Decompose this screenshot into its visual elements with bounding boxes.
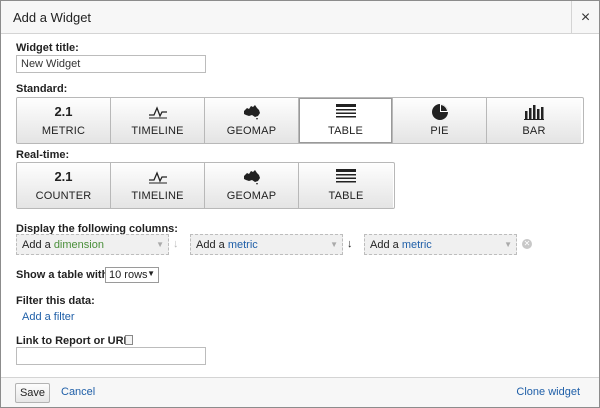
add-metric-dropdown-1[interactable]: Add a metric ▼ [190, 234, 343, 255]
button-label: METRIC [41, 125, 86, 137]
button-label: GEOMAP [226, 190, 277, 202]
add-metric-dropdown-2[interactable]: Add a metric ▼ [364, 234, 517, 255]
pie-icon [431, 103, 449, 121]
standard-label: Standard: [16, 83, 68, 95]
table-icon [335, 103, 356, 121]
metric-word: metric [401, 239, 432, 251]
timeline-icon [148, 103, 168, 121]
standard-timeline-button[interactable]: TIMELINE [111, 98, 205, 143]
close-button[interactable]: × [571, 1, 599, 34]
bar-chart-icon [524, 103, 544, 121]
standard-pie-button[interactable]: PIE [393, 98, 487, 143]
button-label: GEOMAP [226, 125, 277, 137]
document-icon [125, 335, 133, 345]
widget-title-label: Widget title: [16, 42, 79, 54]
widget-title-input[interactable] [16, 55, 206, 73]
metric-word: metric [227, 239, 258, 251]
button-label: COUNTER [35, 190, 92, 202]
table-rows-value: 10 rows [109, 269, 148, 281]
add-widget-dialog: Add a Widget × Widget title: Standard: 2… [0, 0, 600, 408]
standard-metric-button[interactable]: 2.1 METRIC [17, 98, 111, 143]
button-label: TIMELINE [131, 190, 184, 202]
table-rows-label: Show a table with [16, 269, 109, 281]
australia-map-icon [242, 103, 262, 121]
realtime-timeline-button[interactable]: TIMELINE [111, 163, 205, 208]
dropdown-prefix: Add a [22, 239, 54, 251]
save-button[interactable]: Save [15, 383, 50, 403]
remove-column-icon[interactable]: ✕ [522, 239, 532, 249]
button-label: TIMELINE [131, 125, 184, 137]
link-report-label: Link to Report or URL: [16, 335, 134, 347]
standard-bar-button[interactable]: BAR [487, 98, 581, 143]
number-icon: 2.1 [54, 169, 73, 184]
button-label: PIE [430, 125, 449, 137]
number-icon: 2.1 [54, 104, 73, 119]
arrow-down-icon: ↓ [347, 238, 353, 250]
chevron-down-icon: ▼ [330, 240, 338, 249]
chevron-down-icon: ▼ [156, 240, 164, 249]
arrow-down-icon: ↓ [173, 238, 179, 250]
standard-geomap-button[interactable]: GEOMAP [205, 98, 299, 143]
button-label: BAR [522, 125, 546, 137]
realtime-widget-types: 2.1 COUNTER TIMELINE GEOMAP TABLE [16, 162, 395, 209]
dialog-title: Add a Widget [13, 10, 92, 25]
link-report-input[interactable] [16, 347, 206, 365]
table-icon [336, 168, 356, 186]
button-label: TABLE [328, 190, 364, 202]
filter-label: Filter this data: [16, 295, 95, 307]
dimension-word: dimension [53, 239, 104, 251]
add-filter-link[interactable]: Add a filter [22, 311, 75, 323]
dialog-footer: Save Cancel Clone widget [1, 377, 599, 407]
timeline-icon [148, 168, 168, 186]
standard-widget-types: 2.1 METRIC TIMELINE GEOMAP TABLE PIE BAR [16, 97, 584, 144]
cancel-link[interactable]: Cancel [61, 386, 95, 398]
realtime-geomap-button[interactable]: GEOMAP [205, 163, 299, 208]
australia-map-icon [242, 168, 262, 186]
realtime-label: Real-time: [16, 149, 70, 161]
clone-widget-link[interactable]: Clone widget [516, 386, 580, 398]
chevron-down-icon: ▼ [504, 240, 512, 249]
table-rows-select[interactable]: 10 rows ▼ [105, 267, 159, 283]
realtime-table-button[interactable]: TABLE [299, 163, 393, 208]
realtime-counter-button[interactable]: 2.1 COUNTER [17, 163, 111, 208]
chevron-down-icon: ▼ [147, 269, 155, 278]
dropdown-prefix: Add a [370, 239, 402, 251]
dropdown-prefix: Add a [196, 239, 228, 251]
standard-table-button[interactable]: TABLE [299, 98, 393, 143]
add-dimension-dropdown[interactable]: Add a dimension ▼ [16, 234, 169, 255]
button-label: TABLE [327, 125, 364, 137]
dialog-titlebar: Add a Widget × [1, 1, 599, 34]
